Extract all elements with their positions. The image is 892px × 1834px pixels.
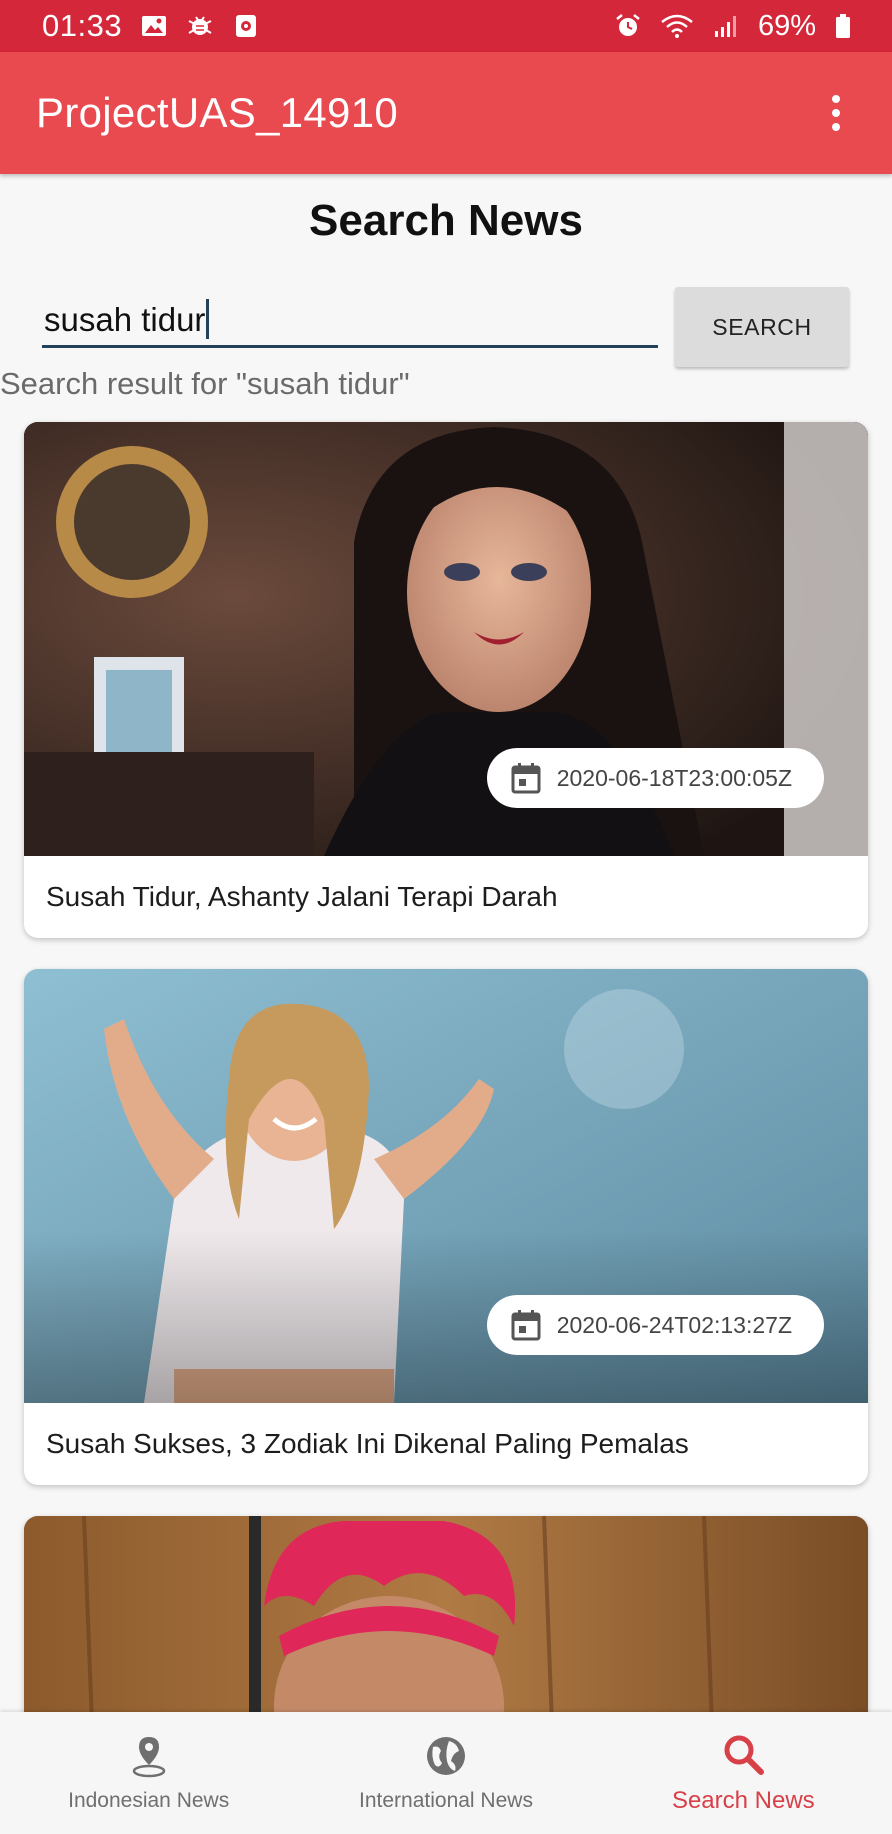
status-time: 01:33 <box>42 8 123 43</box>
search-result-label: Search result for "susah tidur" <box>0 366 410 401</box>
calendar-icon <box>511 763 541 794</box>
app-title: ProjectUAS_14910 <box>36 89 399 136</box>
nav-item-indonesian-news[interactable]: Indonesian News <box>0 1712 297 1834</box>
bottom-navigation: Indonesian News International News Searc… <box>0 1712 892 1834</box>
page-title: Search News <box>309 196 583 245</box>
news-date: 2020-06-18T23:00:05Z <box>556 764 792 791</box>
search-input-value: susah tidur <box>44 301 206 338</box>
news-card[interactable]: 2020-06-24T02:13:27Z Susah Sukses, 3 Zod… <box>24 969 868 1485</box>
globe-icon <box>426 1737 465 1775</box>
news-title: Susah Tidur, Ashanty Jalani Terapi Darah <box>46 881 558 912</box>
nav-item-international-news[interactable]: International News <box>297 1712 594 1834</box>
text-caret <box>206 299 210 339</box>
search-input[interactable]: susah tidur <box>42 290 658 348</box>
search-icon <box>724 1735 765 1775</box>
gallery-icon <box>140 13 168 39</box>
status-right: 69% <box>614 10 852 43</box>
battery-percent: 69% <box>757 9 816 42</box>
news-date: 2020-06-24T02:13:27Z <box>556 1311 792 1338</box>
nav-label: Indonesian News <box>68 1789 230 1812</box>
status-bar: 01:33 69% <box>0 0 892 52</box>
nav-label: Search News <box>671 1787 815 1814</box>
alarm-icon <box>614 13 642 39</box>
search-button[interactable]: SEARCH <box>675 287 849 367</box>
news-card[interactable]: 2020-06-18T23:00:05Z Susah Tidur, Ashant… <box>24 422 868 938</box>
date-badge: 2020-06-18T23:00:05Z <box>486 748 824 808</box>
signal-icon <box>712 13 740 39</box>
nav-label: International News <box>359 1789 533 1812</box>
wifi-icon <box>660 13 694 39</box>
more-vert-icon[interactable] <box>816 85 856 141</box>
nav-item-search-news[interactable]: Search News <box>595 1712 892 1834</box>
news-title: Susah Sukses, 3 Zodiak Ini Dikenal Palin… <box>46 1428 689 1459</box>
news-image: 2020-06-18T23:00:05Z <box>24 422 868 856</box>
date-badge: 2020-06-24T02:13:27Z <box>486 1295 824 1355</box>
app-bar: ProjectUAS_14910 <box>0 52 892 174</box>
calendar-icon <box>511 1310 541 1341</box>
news-image: 2020-06-24T02:13:27Z <box>24 969 868 1403</box>
location-pin-icon <box>132 1737 165 1778</box>
battery-icon <box>834 13 852 39</box>
status-left: 01:33 <box>42 8 260 44</box>
record-icon <box>232 13 260 39</box>
bug-icon <box>186 13 214 39</box>
